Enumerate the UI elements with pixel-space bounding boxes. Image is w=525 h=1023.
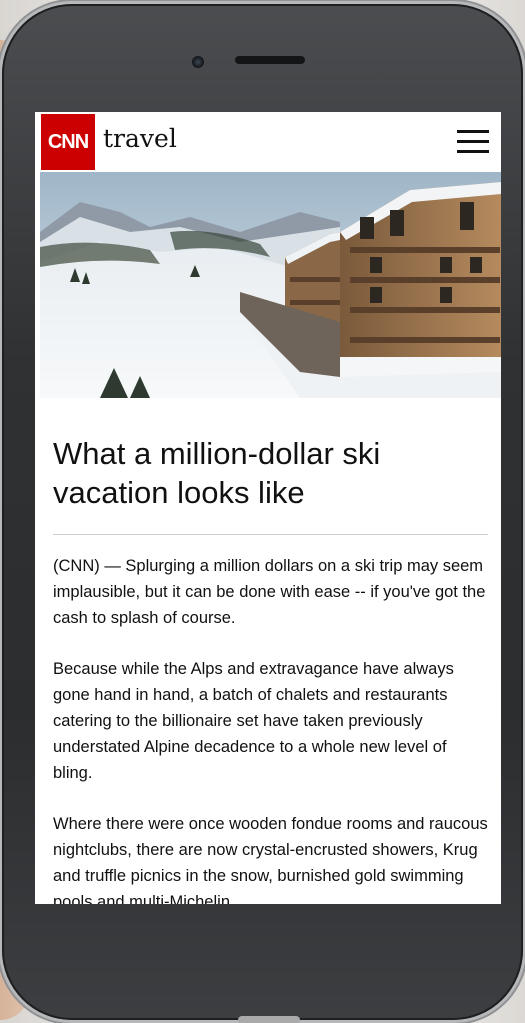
- cnn-logo[interactable]: CNN: [41, 114, 95, 170]
- site-header: CNN travel: [35, 112, 501, 172]
- smartphone: CNN travel What a million-dollar ski vac…: [2, 4, 523, 1023]
- hero-image: [40, 172, 501, 398]
- photo-scene: CNN travel What a million-dollar ski vac…: [0, 0, 525, 1023]
- hamburger-menu-icon[interactable]: [457, 130, 489, 156]
- article-body: What a million-dollar ski vacation looks…: [53, 398, 488, 904]
- article-paragraph: Where there were once wooden fondue room…: [53, 815, 488, 904]
- ski-chalet-illustration: [40, 172, 501, 398]
- article-paragraph: (CNN) — Splurging a million dollars on a…: [53, 557, 486, 627]
- phone-screen: CNN travel What a million-dollar ski vac…: [35, 112, 501, 904]
- headline-divider: [53, 534, 488, 535]
- phone-bottom-edge: [238, 1016, 300, 1023]
- front-camera-icon: [192, 56, 204, 68]
- section-name[interactable]: travel: [103, 124, 177, 153]
- article-headline: What a million-dollar ski vacation looks…: [53, 436, 381, 510]
- earpiece-speaker: [235, 56, 305, 64]
- article-paragraph: Because while the Alps and extravagance …: [53, 660, 454, 782]
